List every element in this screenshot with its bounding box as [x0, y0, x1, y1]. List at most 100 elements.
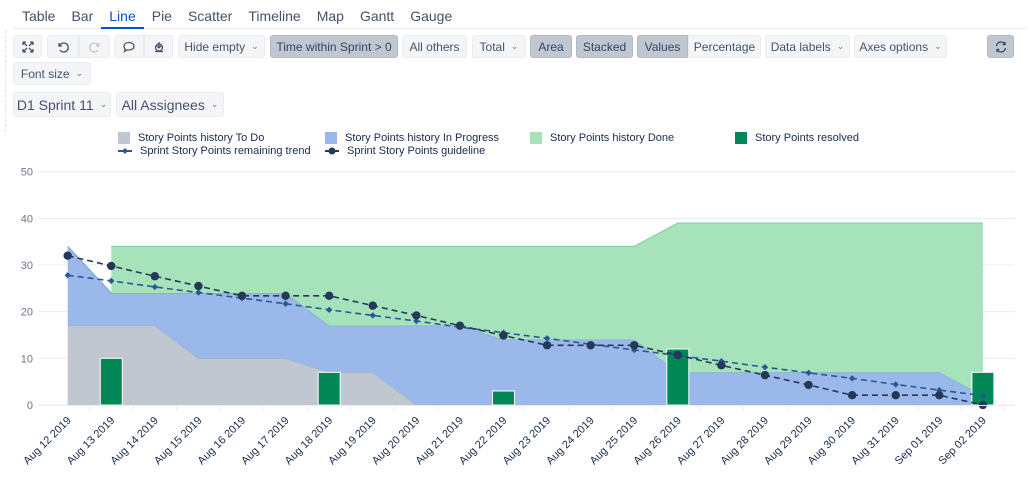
tab-map[interactable]: Map [309, 0, 352, 29]
data-labels-dropdown[interactable]: Data labels ⌄ [765, 35, 850, 58]
guideline-point [935, 391, 944, 400]
data-labels-label: Data labels [770, 39, 831, 54]
stacked-label: Stacked [582, 39, 627, 54]
values-toggle[interactable]: Values [637, 35, 688, 58]
undo-icon [58, 41, 69, 53]
tab-gauge[interactable]: Gauge [402, 0, 460, 29]
guideline-point [194, 281, 203, 291]
guideline-point [324, 291, 334, 301]
legend-swatch [530, 132, 542, 144]
guideline-point [455, 321, 465, 330]
tab-table[interactable]: Table [13, 0, 63, 29]
guideline-point [630, 341, 639, 350]
total-dropdown[interactable]: Total ⌄ [472, 35, 526, 58]
legend-label: Sprint Story Points remaining trend [140, 145, 311, 157]
chevron-down-icon: ⌄ [510, 41, 519, 51]
assignees-label: All Assignees [121, 96, 205, 113]
guideline-point [542, 341, 552, 350]
chart-type-tabs: Table Bar Line Pie Scatter Timeline Map Gantt Ga… [13, 0, 1028, 29]
guideline-point [368, 301, 377, 310]
assignees-dropdown[interactable]: All Assignees ⌄ [116, 92, 224, 117]
chevron-down-icon: ⌄ [210, 99, 219, 109]
tab-line[interactable]: Line [101, 0, 144, 29]
chevron-down-icon: ⌄ [75, 68, 84, 78]
guideline-point [673, 350, 683, 360]
stacked-toggle[interactable]: Stacked [576, 35, 633, 58]
guideline-point [63, 251, 72, 260]
burndown-chart: 01020304050Aug 12 2019Aug 13 2019Aug 14 … [21, 167, 1015, 467]
diamond-line-icon [118, 148, 132, 154]
guideline-point [412, 311, 421, 320]
resolved-bar [492, 390, 515, 406]
guideline-point [107, 261, 116, 271]
tab-timeline[interactable]: Timeline [240, 0, 308, 29]
sprint-dropdown[interactable]: D1 Sprint 11 ⌄ [13, 92, 111, 117]
chevron-down-icon: ⌄ [934, 41, 942, 51]
hide-empty-label: Hide empty [184, 39, 246, 54]
y-tick-label: 50 [21, 167, 33, 179]
fullscreen-button[interactable] [13, 35, 42, 58]
guideline-point [760, 370, 770, 380]
refresh-icon [995, 40, 1006, 53]
undo-button[interactable] [47, 35, 79, 58]
circle-line-icon [325, 147, 339, 155]
y-tick-label: 10 [21, 353, 33, 365]
percentage-toggle[interactable]: Percentage [688, 35, 761, 58]
guideline-point [891, 391, 900, 400]
all-others-toggle[interactable]: All others [402, 35, 467, 58]
all-others-label: All others [409, 39, 460, 54]
y-tick-label: 30 [21, 260, 33, 272]
redo-button[interactable] [79, 35, 110, 58]
legend-item-trend[interactable]: Sprint Story Points remaining trend [118, 145, 311, 157]
download-button[interactable] [144, 35, 173, 58]
legend-item-resolved[interactable]: Story Points resolved [735, 132, 859, 144]
guideline-point [804, 380, 813, 390]
chevron-down-icon: ⌄ [251, 41, 259, 51]
refresh-button[interactable] [987, 35, 1014, 58]
tab-scatter[interactable]: Scatter [180, 0, 240, 29]
legend-label: Sprint Story Points guideline [347, 145, 486, 157]
legend-item-guideline[interactable]: Sprint Story Points guideline [325, 145, 485, 157]
legend-swatch [325, 132, 337, 144]
tab-gantt[interactable]: Gantt [352, 0, 402, 29]
time-within-sprint-toggle[interactable]: Time within Sprint > 0 [270, 35, 398, 58]
resolved-bar [971, 371, 995, 406]
expand-icon [21, 40, 34, 53]
guideline-point [499, 331, 508, 340]
guideline-point [847, 391, 857, 400]
legend-label: Story Points history To Do [138, 132, 265, 144]
guideline-point [717, 361, 726, 370]
legend-label: Story Points history Done [550, 132, 675, 144]
y-tick-label: 20 [21, 307, 33, 319]
tab-pie[interactable]: Pie [144, 0, 180, 29]
legend-label: Story Points history In Progress [345, 132, 500, 144]
guideline-point [237, 291, 247, 301]
area-label: Area [538, 39, 564, 54]
sprint-label: D1 Sprint 11 [16, 96, 94, 113]
legend-item-todo[interactable]: Story Points history To Do [118, 132, 264, 144]
hide-empty-dropdown[interactable]: Hide empty ⌄ [178, 35, 265, 58]
guideline-point [150, 272, 160, 281]
tab-bar[interactable]: Bar [63, 0, 101, 29]
download-icon [154, 41, 163, 52]
font-size-label: Font size [20, 66, 70, 81]
guideline-point [281, 291, 290, 301]
resolved-bar [99, 357, 123, 406]
legend-item-in-progress[interactable]: Story Points history In Progress [325, 132, 499, 144]
total-label: Total [479, 39, 505, 54]
percentage-label: Percentage [693, 39, 756, 54]
values-label: Values [644, 39, 681, 54]
panel-border [5, 30, 6, 132]
legend-label: Story Points resolved [755, 132, 859, 144]
redo-icon [88, 41, 100, 53]
comment-icon [123, 41, 135, 53]
font-size-dropdown[interactable]: Font size ⌄ [13, 62, 91, 85]
legend-swatch [735, 132, 747, 144]
chevron-down-icon: ⌄ [99, 99, 108, 109]
axes-options-dropdown[interactable]: Axes options ⌄ [854, 35, 947, 58]
legend-item-done[interactable]: Story Points history Done [530, 132, 674, 144]
comment-button[interactable] [114, 35, 144, 58]
time-filter-label: Time within Sprint > 0 [276, 39, 392, 54]
guideline-point [586, 341, 595, 350]
area-toggle[interactable]: Area [530, 35, 572, 58]
